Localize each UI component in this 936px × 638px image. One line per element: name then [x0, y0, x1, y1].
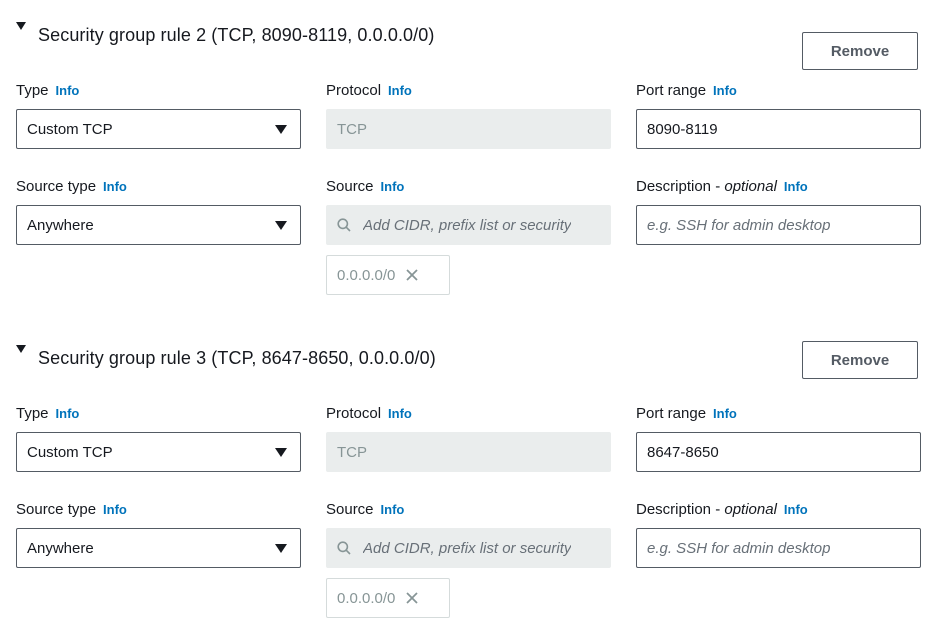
type-label-group: Type Info: [16, 81, 79, 101]
description-placeholder: e.g. SSH for admin desktop: [647, 216, 831, 234]
description-label: Description -: [636, 178, 725, 195]
dropdown-arrow-icon: [275, 125, 287, 134]
source-label-group: Source Info: [326, 177, 404, 197]
source-token: 0.0.0.0/0: [326, 255, 450, 295]
type-label-group: Type Info: [16, 404, 79, 424]
protocol-info-link[interactable]: Info: [388, 83, 412, 98]
caret-down-icon[interactable]: [16, 345, 26, 353]
remove-button[interactable]: Remove: [802, 32, 918, 70]
description-info-link[interactable]: Info: [784, 179, 808, 194]
security-group-rule-2: Security group rule 2 (TCP, 8090-8119, 0…: [0, 15, 936, 315]
protocol-label-group: Protocol Info: [326, 81, 412, 101]
description-label-group: Description - optional Info: [636, 177, 808, 197]
rule-title: Security group rule 3 (TCP, 8647-8650, 0…: [38, 347, 436, 368]
protocol-value: TCP: [337, 120, 367, 138]
search-icon: [337, 218, 351, 232]
source-label-group: Source Info: [326, 500, 404, 520]
description-optional: optional: [724, 501, 777, 518]
port-range-label: Port range: [636, 405, 707, 422]
source-placeholder: Add CIDR, prefix list or security: [363, 539, 572, 557]
remove-button[interactable]: Remove: [802, 341, 918, 379]
source-token: 0.0.0.0/0: [326, 578, 450, 618]
source-type-label: Source type: [16, 501, 97, 518]
dropdown-arrow-icon: [275, 544, 287, 553]
source-search-input[interactable]: Add CIDR, prefix list or security: [326, 528, 611, 568]
source-type-label-group: Source type Info: [16, 177, 127, 197]
rule-header[interactable]: Security group rule 2 (TCP, 8090-8119, 0…: [16, 15, 434, 55]
port-range-info-link[interactable]: Info: [713, 83, 737, 98]
description-label: Description -: [636, 501, 725, 518]
port-range-info-link[interactable]: Info: [713, 406, 737, 421]
description-placeholder: e.g. SSH for admin desktop: [647, 539, 831, 557]
protocol-label: Protocol: [326, 405, 382, 422]
source-search-input[interactable]: Add CIDR, prefix list or security: [326, 205, 611, 245]
dropdown-arrow-icon: [275, 448, 287, 457]
description-input[interactable]: e.g. SSH for admin desktop: [636, 528, 921, 568]
source-token-label: 0.0.0.0/0: [337, 266, 396, 284]
protocol-info-link[interactable]: Info: [388, 406, 412, 421]
type-label: Type: [16, 82, 49, 99]
caret-down-icon[interactable]: [16, 22, 26, 30]
source-type-value: Anywhere: [27, 539, 94, 557]
type-label: Type: [16, 405, 49, 422]
protocol-field: TCP: [326, 109, 611, 149]
type-select[interactable]: Custom TCP: [16, 109, 301, 149]
port-range-input[interactable]: 8647-8650: [636, 432, 921, 472]
source-token-label: 0.0.0.0/0: [337, 589, 396, 607]
source-type-value: Anywhere: [27, 216, 94, 234]
protocol-label-group: Protocol Info: [326, 404, 412, 424]
dropdown-arrow-icon: [275, 221, 287, 230]
type-select-value: Custom TCP: [27, 120, 113, 138]
type-info-link[interactable]: Info: [56, 83, 80, 98]
protocol-value: TCP: [337, 443, 367, 461]
protocol-field: TCP: [326, 432, 611, 472]
port-range-label: Port range: [636, 82, 707, 99]
type-info-link[interactable]: Info: [56, 406, 80, 421]
source-info-link[interactable]: Info: [381, 502, 405, 517]
close-icon[interactable]: [405, 591, 419, 605]
port-range-input[interactable]: 8090-8119: [636, 109, 921, 149]
source-type-info-link[interactable]: Info: [103, 502, 127, 517]
source-label: Source: [326, 178, 374, 195]
source-type-label: Source type: [16, 178, 97, 195]
source-type-select[interactable]: Anywhere: [16, 205, 301, 245]
source-type-info-link[interactable]: Info: [103, 179, 127, 194]
rule-header[interactable]: Security group rule 3 (TCP, 8647-8650, 0…: [16, 338, 436, 378]
port-range-value: 8647-8650: [647, 443, 719, 461]
source-type-select[interactable]: Anywhere: [16, 528, 301, 568]
port-range-label-group: Port range Info: [636, 81, 737, 101]
source-type-label-group: Source type Info: [16, 500, 127, 520]
source-info-link[interactable]: Info: [381, 179, 405, 194]
description-label-group: Description - optional Info: [636, 500, 808, 520]
description-input[interactable]: e.g. SSH for admin desktop: [636, 205, 921, 245]
rule-title: Security group rule 2 (TCP, 8090-8119, 0…: [38, 24, 435, 45]
type-select-value: Custom TCP: [27, 443, 113, 461]
type-select[interactable]: Custom TCP: [16, 432, 301, 472]
description-optional: optional: [724, 178, 777, 195]
port-range-value: 8090-8119: [647, 120, 718, 138]
search-icon: [337, 541, 351, 555]
source-placeholder: Add CIDR, prefix list or security: [363, 216, 572, 234]
close-icon[interactable]: [405, 268, 419, 282]
port-range-label-group: Port range Info: [636, 404, 737, 424]
security-group-rule-3: Security group rule 3 (TCP, 8647-8650, 0…: [0, 338, 936, 638]
description-info-link[interactable]: Info: [784, 502, 808, 517]
protocol-label: Protocol: [326, 82, 382, 99]
source-label: Source: [326, 501, 374, 518]
